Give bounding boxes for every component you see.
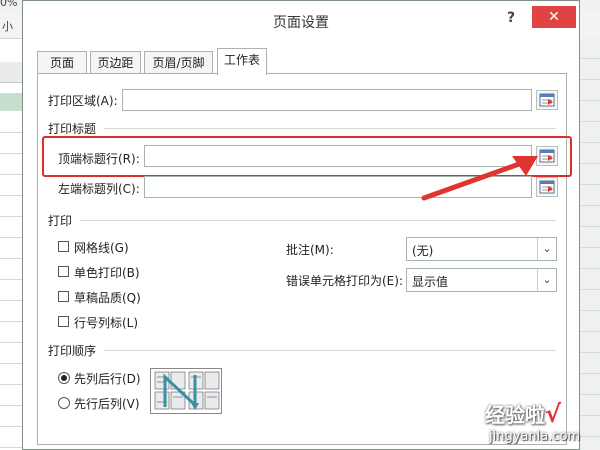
tab-header-footer[interactable]: 页眉/页脚: [144, 51, 213, 73]
title-rows-label: 顶端标题行(R):: [58, 152, 140, 166]
gridlines-label: 网格线(G): [74, 241, 129, 255]
print-order-diagram-icon: [150, 368, 222, 414]
page-order-heading: 打印顺序: [48, 344, 97, 358]
comments-select[interactable]: (无) ⌄: [406, 237, 557, 261]
print-heading: 打印: [48, 214, 73, 228]
row-headers: [0, 112, 22, 450]
over-then-down-label: 先行后列(V): [74, 397, 140, 411]
tab-sheet[interactable]: 工作表: [217, 48, 267, 75]
watermark-logo: 经验啦√: [485, 399, 561, 428]
selected-row-header: [0, 93, 22, 111]
column-header: [0, 62, 22, 83]
down-then-over-label: 先列后行(D): [74, 372, 141, 386]
comments-label: 批注(M):: [286, 243, 334, 257]
dropdown-arrow-icon: ⌄: [537, 238, 556, 260]
cell-errors-select[interactable]: 显示值 ⌄: [406, 268, 557, 292]
print-area-label: 打印区域(A):: [48, 94, 118, 108]
collapse-dialog-icon: [539, 93, 555, 107]
zoom-label: 0%: [0, 0, 18, 9]
watermark-text: 经验啦: [485, 403, 545, 427]
print-titles-divider: [104, 128, 556, 129]
print-titles-heading: 打印标题: [48, 122, 97, 136]
tab-page[interactable]: 页面: [37, 51, 87, 73]
title-cols-label: 左端标题列(C):: [58, 182, 140, 196]
cell-errors-value: 显示值: [412, 275, 449, 289]
row-col-headings-label: 行号列标(L): [74, 316, 139, 330]
cell-errors-label: 错误单元格打印为(E):: [286, 274, 403, 288]
dialog-titlebar[interactable]: 页面设置 ? ✕: [23, 1, 579, 39]
page-order-divider: [104, 350, 556, 351]
page-setup-dialog: 页面设置 ? ✕ 页面 页边距 页眉/页脚 工作表 打印区域(A): 打印标题 …: [22, 0, 580, 450]
ribbon-strip-text: 小: [2, 20, 13, 33]
arrow-annotation-icon: [421, 156, 538, 201]
help-button[interactable]: ?: [507, 10, 515, 26]
sheet-tab-panel: 打印区域(A): 打印标题 顶端标题行(R): 左端标题列(C): 打印 网格线…: [37, 73, 572, 445]
draft-quality-checkbox[interactable]: [58, 291, 69, 302]
sheet-grid-right: [580, 38, 600, 450]
close-button[interactable]: ✕: [532, 6, 576, 28]
gridlines-checkbox[interactable]: [58, 241, 69, 252]
black-white-label: 单色打印(B): [74, 266, 140, 280]
down-then-over-radio[interactable]: [58, 372, 70, 384]
draft-quality-label: 草稿品质(Q): [74, 291, 141, 305]
dropdown-arrow-icon: ⌄: [537, 269, 556, 291]
dialog-title: 页面设置: [273, 15, 329, 31]
watermark-check-icon: √: [545, 400, 562, 428]
comments-value: (无): [412, 244, 434, 258]
tab-margins[interactable]: 页边距: [90, 51, 141, 73]
black-white-checkbox[interactable]: [58, 266, 69, 277]
print-divider: [80, 220, 556, 221]
print-area-collapse-button[interactable]: [536, 90, 558, 110]
over-then-down-radio[interactable]: [58, 397, 70, 409]
print-area-input[interactable]: [122, 89, 532, 111]
row-col-headings-checkbox[interactable]: [58, 316, 69, 327]
watermark-url: jingyanla.com: [489, 429, 581, 444]
